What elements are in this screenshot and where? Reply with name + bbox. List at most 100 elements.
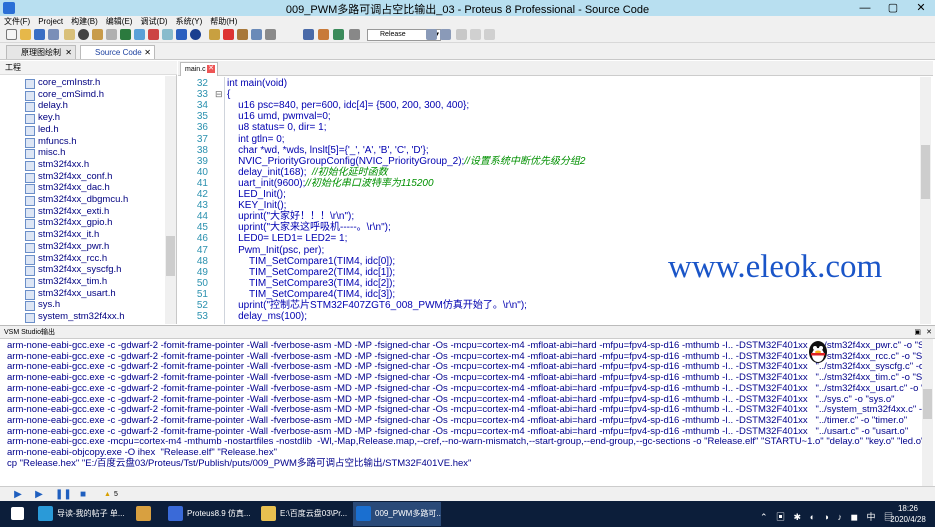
code-line: uprint("大家来这呼吸机-----。\r\n");: [227, 222, 391, 233]
maximize-button[interactable]: ▢: [879, 0, 907, 16]
design-explorer-icon[interactable]: [162, 29, 173, 40]
close-button[interactable]: ✕: [907, 0, 935, 16]
taskbar-item-proteus-video[interactable]: Proteus8.9 仿真...: [165, 502, 250, 526]
copy-icon[interactable]: [251, 29, 262, 40]
undo-icon[interactable]: [426, 29, 437, 40]
taskbar-item-app[interactable]: [133, 502, 151, 526]
project-file-item[interactable]: stm32f4xx_it.h: [24, 229, 99, 241]
tab-source-code[interactable]: Source Code ✕: [80, 45, 155, 59]
line-number: 39: [196, 155, 208, 167]
import-icon[interactable]: [64, 29, 75, 40]
line-number: 47: [196, 244, 208, 256]
project-file-item[interactable]: stm32f4xx_rcc.h: [24, 253, 107, 265]
windows-taskbar: 导读-我的帖子 单... Proteus8.9 仿真... E:\百度云盘03\…: [0, 501, 935, 527]
menu-build[interactable]: 构建(B): [67, 16, 102, 28]
component-icon[interactable]: [92, 29, 103, 40]
code-text-area[interactable]: int main(void){ u16 psc=840, per=600, id…: [227, 77, 920, 324]
play-icon[interactable]: ▶: [12, 489, 24, 500]
project-file-item[interactable]: stm32f4xx_syscfg.h: [24, 264, 121, 276]
pause-icon[interactable]: ❚❚: [55, 489, 72, 500]
line-number: 35: [196, 111, 208, 123]
save-icon[interactable]: [34, 29, 45, 40]
taskbar-item-browser[interactable]: 导读-我的帖子 单...: [35, 502, 127, 526]
ime-indicator[interactable]: 中: [866, 512, 878, 522]
project-scrollbar[interactable]: [165, 76, 176, 324]
output-scrollbar[interactable]: [922, 339, 933, 486]
tab-schematic[interactable]: 原理图绘制 ✕: [6, 45, 76, 59]
project-file-item[interactable]: led.h: [25, 124, 59, 136]
project-file-item[interactable]: stm32f4xx_tim.h: [24, 276, 107, 288]
open-project-icon[interactable]: [209, 29, 220, 40]
menu-system[interactable]: 系统(Y): [172, 16, 207, 28]
pcb-icon[interactable]: [120, 29, 131, 40]
project-file-item[interactable]: sys.h: [24, 299, 60, 311]
qq-penguin-icon[interactable]: [805, 339, 831, 365]
project-file-item[interactable]: stm32f4xx_dbgmcu.h: [24, 194, 128, 206]
project-file-item[interactable]: stm32f4xx.h: [24, 159, 89, 171]
project-file-item[interactable]: misc.h: [24, 147, 65, 159]
menu-help[interactable]: 帮助(H): [206, 16, 241, 28]
project-file-item[interactable]: delay.h: [25, 100, 68, 113]
project-file-item[interactable]: stm32f4xx_dac.h: [25, 182, 110, 194]
clock[interactable]: 18:26 2020/4/28: [885, 503, 931, 525]
scroll-thumb[interactable]: [923, 389, 932, 419]
menu-debug[interactable]: 调试(D): [136, 16, 171, 28]
line-number-gutter: 32 33 34 35 36 37 38 39 40 41 42 43 44 45 46 47 48 49 50 51…: [178, 77, 215, 324]
menu-edit[interactable]: 编辑(E): [102, 16, 137, 28]
3d-view-icon[interactable]: [134, 29, 145, 40]
project-file-item[interactable]: stm32f4xx_gpio.h: [24, 217, 112, 230]
project-file-item[interactable]: system_stm32f4xx.h: [25, 311, 125, 323]
pin-icon[interactable]: ▣: [914, 326, 921, 339]
taskbar-item-explorer[interactable]: E:\百度云盘03\Pr...: [258, 502, 350, 526]
tab-main-c[interactable]: main.c ✕: [180, 62, 218, 76]
redo-icon[interactable]: [440, 29, 451, 40]
new-file-icon[interactable]: [6, 29, 17, 40]
start-button[interactable]: [5, 502, 31, 526]
gerber-icon[interactable]: [148, 29, 159, 40]
document-tabs: 原理图绘制 ✕ Source Code ✕: [0, 43, 935, 60]
home-icon[interactable]: [78, 29, 89, 40]
line-number: 32: [196, 78, 208, 89]
cut-icon[interactable]: [237, 29, 248, 40]
project-file-item[interactable]: core_cmSimd.h: [25, 89, 104, 101]
save-all-icon[interactable]: [48, 29, 59, 40]
menu-file[interactable]: 文件(F): [0, 16, 34, 28]
stop-icon[interactable]: ■: [77, 489, 89, 500]
editor-scrollbar[interactable]: [920, 77, 931, 324]
folder-icon: [261, 506, 276, 521]
fold-marker[interactable]: ⊟: [215, 89, 223, 100]
minimize-button[interactable]: —: [851, 0, 879, 16]
delete-icon[interactable]: [223, 29, 234, 40]
close-icon[interactable]: ✕: [926, 326, 932, 339]
project-file-item[interactable]: core_cmInstr.h: [24, 77, 100, 89]
build-icon[interactable]: [318, 29, 329, 40]
project-file-item[interactable]: mfuncs.h: [25, 136, 77, 148]
project-file-item[interactable]: stm32f4xx_conf.h: [24, 171, 112, 183]
project-file-item[interactable]: stm32f4xx_exti.h: [24, 206, 109, 218]
menu-project[interactable]: Project: [34, 16, 67, 28]
scroll-thumb[interactable]: [166, 236, 175, 276]
bom-icon[interactable]: [106, 29, 117, 40]
taskbar-item-proteus[interactable]: 009_PWM多路可...: [353, 502, 441, 526]
open-folder-icon[interactable]: [20, 29, 31, 40]
close-icon[interactable]: ✕: [65, 46, 72, 59]
tools-icon[interactable]: [456, 29, 467, 40]
paste-icon[interactable]: [265, 29, 276, 40]
system-tray[interactable]: ⌃ ▣ ✱ ◐ ◑ ♪ ◼ 中 ▤: [760, 510, 896, 523]
messages-indicator[interactable]: ▲5 Message(s): [104, 488, 154, 511]
source-code-icon[interactable]: [176, 29, 187, 40]
output-log[interactable]: arm-none-eabi-gcc.exe -c -gdwarf-2 -fomi…: [0, 339, 922, 486]
tab-source-code-label: Source Code: [95, 48, 142, 57]
find-icon[interactable]: [303, 29, 314, 40]
scroll-thumb[interactable]: [921, 145, 930, 199]
help-icon[interactable]: [190, 29, 201, 40]
stack-icon[interactable]: [349, 29, 360, 40]
close-icon[interactable]: ✕: [207, 65, 215, 73]
project-file-item[interactable]: stm32f4xx_usart.h: [25, 288, 116, 300]
step-icon[interactable]: ▶: [33, 489, 45, 500]
project-file-item[interactable]: key.h: [24, 112, 60, 124]
close-icon[interactable]: ✕: [144, 46, 151, 59]
line-number: 38: [196, 144, 208, 156]
rebuild-icon[interactable]: [333, 29, 344, 40]
project-file-item[interactable]: stm32f4xx_pwr.h: [24, 241, 109, 253]
